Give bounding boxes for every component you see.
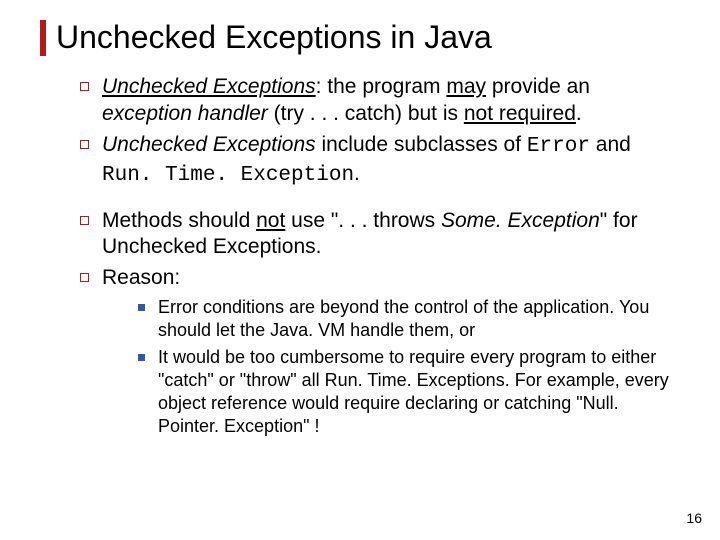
sub-bullet-cumbersome: It would be too cumbersome to require ev… bbox=[138, 346, 680, 438]
slide-body: Unchecked Exceptions: the program may pr… bbox=[80, 74, 680, 438]
text: . bbox=[576, 102, 582, 125]
text: use ". . . throws bbox=[285, 209, 441, 232]
text: Methods should bbox=[102, 209, 256, 232]
slide: Unchecked Exceptions in Java Unchecked E… bbox=[0, 0, 720, 540]
text-italic: Unchecked Exceptions bbox=[102, 133, 316, 156]
text-italic: Some. Exception bbox=[441, 209, 600, 232]
text: (try . . . catch) but is bbox=[268, 102, 464, 125]
text-italic: exception handler bbox=[102, 102, 268, 125]
text: include subclasses of bbox=[316, 133, 527, 156]
title-accent-bar bbox=[40, 20, 46, 56]
spacer bbox=[80, 198, 680, 208]
text: . bbox=[354, 162, 360, 185]
bullet-unchecked-definition: Unchecked Exceptions: the program may pr… bbox=[80, 74, 680, 128]
text-code: Error bbox=[527, 135, 590, 158]
sub-bullet-error-conditions: Error conditions are beyond the control … bbox=[138, 296, 680, 342]
slide-number: 16 bbox=[686, 510, 702, 526]
text-underlined: not required bbox=[464, 102, 576, 125]
bullet-unchecked-subclasses: Unchecked Exceptions include subclasses … bbox=[80, 132, 680, 190]
title-row: Unchecked Exceptions in Java bbox=[40, 20, 680, 56]
sub-bullet-list: Error conditions are beyond the control … bbox=[138, 296, 680, 438]
slide-title: Unchecked Exceptions in Java bbox=[56, 20, 492, 55]
text: and bbox=[590, 133, 631, 156]
text: Reason: bbox=[102, 266, 180, 289]
text-term: Unchecked Exceptions bbox=[102, 75, 316, 98]
bullet-group-2: Methods should not use ". . . throws Som… bbox=[80, 208, 680, 439]
text: : the program bbox=[316, 75, 447, 98]
text-underlined: may bbox=[446, 75, 486, 98]
bullet-group-1: Unchecked Exceptions: the program may pr… bbox=[80, 74, 680, 190]
bullet-methods-throws: Methods should not use ". . . throws Som… bbox=[80, 208, 680, 262]
text: provide an bbox=[486, 75, 590, 98]
text-underlined: not bbox=[256, 209, 285, 232]
text-code: Run. Time. Exception bbox=[102, 164, 354, 187]
bullet-reason: Reason: Error conditions are beyond the … bbox=[80, 265, 680, 438]
